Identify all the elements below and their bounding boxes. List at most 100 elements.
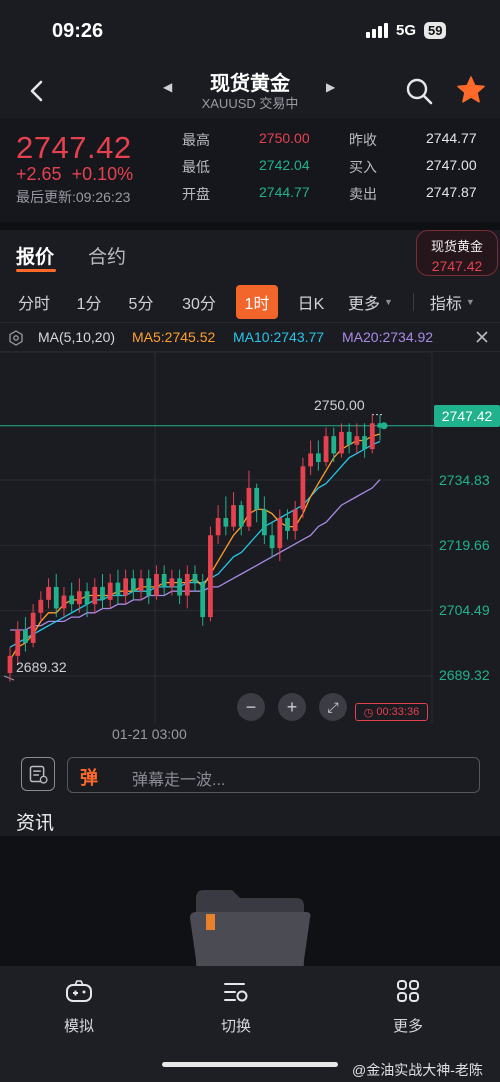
nav-more[interactable]: 更多 <box>358 980 458 1036</box>
candle <box>254 483 260 523</box>
candle-body <box>115 582 121 596</box>
switch-icon <box>224 983 248 1002</box>
candle-body <box>123 578 129 596</box>
period-30min[interactable]: 30分 <box>178 285 220 319</box>
candle-body <box>192 574 198 583</box>
candle <box>161 565 167 596</box>
candle <box>69 582 75 613</box>
nav-simulate-label: 模拟 <box>63 1018 94 1035</box>
ask-value: 2747.87 <box>426 184 477 200</box>
settings-icon[interactable] <box>8 330 24 346</box>
candlestick-chart[interactable]: 2734.83 2719.66 2704.49 2689.32 2747.42 … <box>0 351 500 724</box>
ma-label: MA(5,10,20) <box>38 329 116 345</box>
back-icon[interactable] <box>22 76 52 106</box>
candle-body <box>76 591 82 605</box>
candle-body <box>69 595 75 605</box>
candle-body <box>184 574 190 596</box>
danmu-input[interactable] <box>67 757 480 793</box>
candle-body <box>154 574 159 596</box>
tab-underline <box>16 269 56 272</box>
candle <box>261 496 267 544</box>
period-1min[interactable]: 1分 <box>76 285 102 319</box>
chevron-down-icon: ▼ <box>384 297 393 307</box>
candle-body <box>146 578 152 596</box>
candle-body <box>377 423 383 428</box>
candle-body <box>130 578 136 592</box>
candle <box>7 647 13 682</box>
open-label: 开盘 <box>182 186 210 202</box>
nav-simulate[interactable]: 模拟 <box>29 980 129 1036</box>
quote-panel: 2747.42 +2.65 +0.10% 最后更新:09:26:23 最高 27… <box>0 118 500 222</box>
last-updated: 最后更新:09:26:23 <box>16 189 131 205</box>
candle <box>107 574 113 609</box>
candle-body <box>269 535 275 549</box>
candle-body <box>208 535 213 618</box>
network-label: 5G <box>396 22 417 39</box>
low-marker-label: 2689.32 <box>16 659 67 675</box>
candle <box>362 423 367 458</box>
empty-folder-icon <box>190 890 311 966</box>
candle <box>339 423 344 458</box>
nav-switch-label: 切换 <box>220 1018 251 1035</box>
bid-value: 2747.00 <box>426 157 477 173</box>
candle-body <box>300 466 306 510</box>
ma5-line <box>9 433 381 661</box>
chevron-down-icon: ▼ <box>465 297 475 307</box>
page-title: 现货黄金 <box>210 73 290 95</box>
timer-value: 00:33:36 <box>376 706 420 718</box>
candle-body <box>277 518 283 549</box>
chart-canvas[interactable] <box>0 351 500 724</box>
candle <box>184 565 190 609</box>
candle <box>292 500 298 540</box>
chip-price: 2747.42 <box>431 258 483 274</box>
candle-body <box>354 436 360 445</box>
symbol-chip[interactable]: 现货黄金 2747.42 <box>416 230 498 276</box>
favorite-star-icon[interactable] <box>455 74 487 106</box>
candle-body <box>292 509 298 531</box>
candle <box>38 591 44 622</box>
y-tick-label: 2719.66 <box>439 537 490 553</box>
candle-body <box>315 453 321 463</box>
nav-switch[interactable]: 切换 <box>186 980 286 1036</box>
candle-body <box>331 436 337 454</box>
ma20-value: MA20:2734.92 <box>342 329 434 345</box>
candle-body <box>177 578 182 596</box>
danmu-settings-icon[interactable] <box>21 757 55 791</box>
candle <box>130 569 136 600</box>
candle <box>46 578 51 609</box>
candle <box>138 569 144 600</box>
status-indicators: 5G 59 <box>366 22 447 39</box>
y-tick-label: 2704.49 <box>439 602 490 618</box>
period-timeshare[interactable]: 分时 <box>16 285 52 319</box>
candle-body <box>261 509 267 536</box>
y-tick-label: 2734.83 <box>439 472 490 488</box>
ma-lines <box>9 433 381 661</box>
fullscreen-icon[interactable]: ⤢ <box>319 693 347 721</box>
tab-quote[interactable]: 报价 <box>16 242 54 269</box>
candle-body <box>15 630 21 656</box>
candle <box>323 427 329 467</box>
search-icon[interactable] <box>404 76 434 106</box>
prev-close-value: 2744.77 <box>426 130 477 146</box>
candle-body <box>200 582 206 618</box>
period-more[interactable]: 更多 <box>346 285 382 319</box>
zoom-out-button[interactable]: − <box>237 693 265 721</box>
x-axis-label: 01-21 03:00 <box>112 726 187 742</box>
close-icon[interactable] <box>474 329 490 345</box>
candle <box>192 565 198 592</box>
indicator-button[interactable]: 指标 <box>428 285 464 319</box>
next-symbol-icon[interactable]: ▶ <box>326 80 335 94</box>
candle-body <box>107 582 113 600</box>
candle <box>223 496 229 536</box>
status-time: 09:26 <box>52 20 104 42</box>
battery-icon: 59 <box>424 22 447 39</box>
candle-body <box>169 578 175 587</box>
period-1hour[interactable]: 1时 <box>236 285 278 319</box>
candle <box>215 505 221 544</box>
zoom-in-button[interactable]: + <box>278 693 306 721</box>
ma-legend: MA(5,10,20) MA5:2745.52 MA10:2743.77 MA2… <box>0 322 500 352</box>
period-5min[interactable]: 5分 <box>126 285 156 319</box>
high-marker-label: 2750.00 <box>314 397 365 413</box>
tab-contract[interactable]: 合约 <box>88 242 126 269</box>
period-daily[interactable]: 日K <box>296 285 326 319</box>
